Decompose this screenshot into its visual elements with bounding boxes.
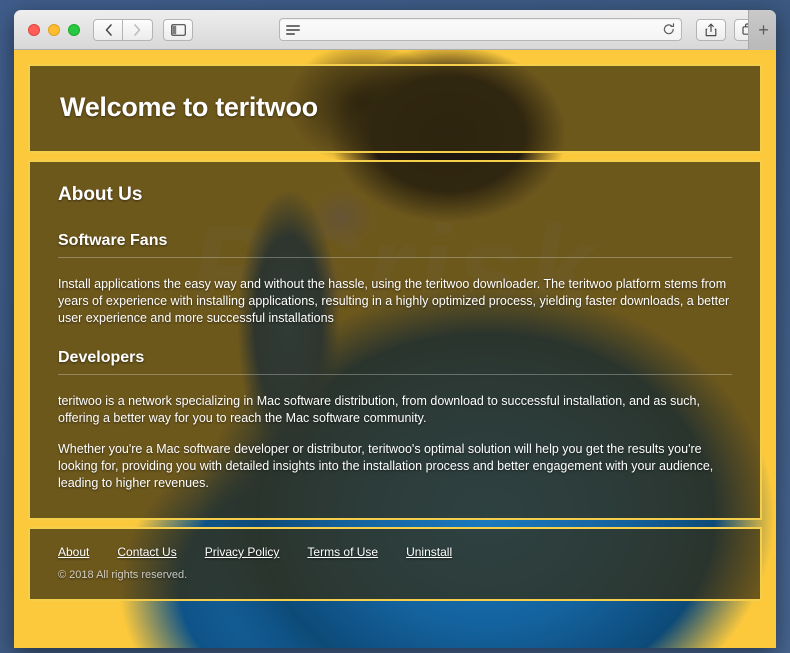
footer-link-uninstall[interactable]: Uninstall bbox=[406, 545, 452, 559]
copyright-text: © 2018 All rights reserved. bbox=[58, 569, 188, 581]
footer-panel: About Contact Us Privacy Policy Terms of… bbox=[28, 527, 762, 601]
minimize-window-button[interactable] bbox=[48, 23, 60, 36]
desktop-background: + PCrisk Welcome to teritwoo About Us So… bbox=[0, 0, 790, 653]
sidebar-toggle-icon bbox=[170, 23, 186, 36]
window-traffic-lights bbox=[28, 23, 80, 36]
hero-panel: Welcome to teritwoo bbox=[28, 64, 762, 153]
sidebar-toggle-button[interactable] bbox=[163, 18, 193, 41]
new-tab-button[interactable]: + bbox=[748, 10, 776, 50]
share-icon bbox=[705, 23, 717, 36]
about-heading: About Us bbox=[58, 184, 143, 205]
back-button[interactable] bbox=[93, 18, 123, 41]
browser-titlebar: + bbox=[14, 10, 776, 50]
footer-links: About Contact Us Privacy Policy Terms of… bbox=[58, 545, 732, 559]
forward-button[interactable] bbox=[123, 18, 153, 41]
page-content: Welcome to teritwoo About Us Software Fa… bbox=[14, 50, 776, 648]
footer-link-contact-us[interactable]: Contact Us bbox=[117, 545, 176, 559]
section-paragraph: Whether you're a Mac software developer … bbox=[58, 442, 714, 490]
reload-icon[interactable] bbox=[663, 23, 675, 36]
navigation-buttons bbox=[93, 18, 153, 41]
reader-view-icon[interactable] bbox=[286, 24, 300, 35]
web-page: PCrisk Welcome to teritwoo About Us Soft… bbox=[14, 50, 776, 648]
close-window-button[interactable] bbox=[28, 23, 40, 36]
chevron-left-icon bbox=[105, 23, 112, 36]
address-bar[interactable] bbox=[279, 18, 682, 41]
about-panel: About Us Software Fans Install applicati… bbox=[28, 160, 762, 520]
section-developers: Developers teritwoo is a network special… bbox=[58, 349, 732, 492]
section-heading: Developers bbox=[58, 349, 732, 375]
section-software-fans: Software Fans Install applications the e… bbox=[58, 232, 732, 327]
footer-link-about[interactable]: About bbox=[58, 545, 89, 559]
section-paragraph: Install applications the easy way and wi… bbox=[58, 277, 730, 325]
footer-link-privacy-policy[interactable]: Privacy Policy bbox=[205, 545, 280, 559]
zoom-window-button[interactable] bbox=[68, 23, 80, 36]
section-heading: Software Fans bbox=[58, 232, 732, 258]
chevron-right-icon bbox=[134, 23, 141, 36]
share-button[interactable] bbox=[696, 18, 726, 41]
section-paragraph: teritwoo is a network specializing in Ma… bbox=[58, 394, 700, 425]
footer-link-terms-of-use[interactable]: Terms of Use bbox=[307, 545, 378, 559]
browser-window: + PCrisk Welcome to teritwoo About Us So… bbox=[14, 10, 776, 648]
page-title: Welcome to teritwoo bbox=[60, 92, 318, 122]
